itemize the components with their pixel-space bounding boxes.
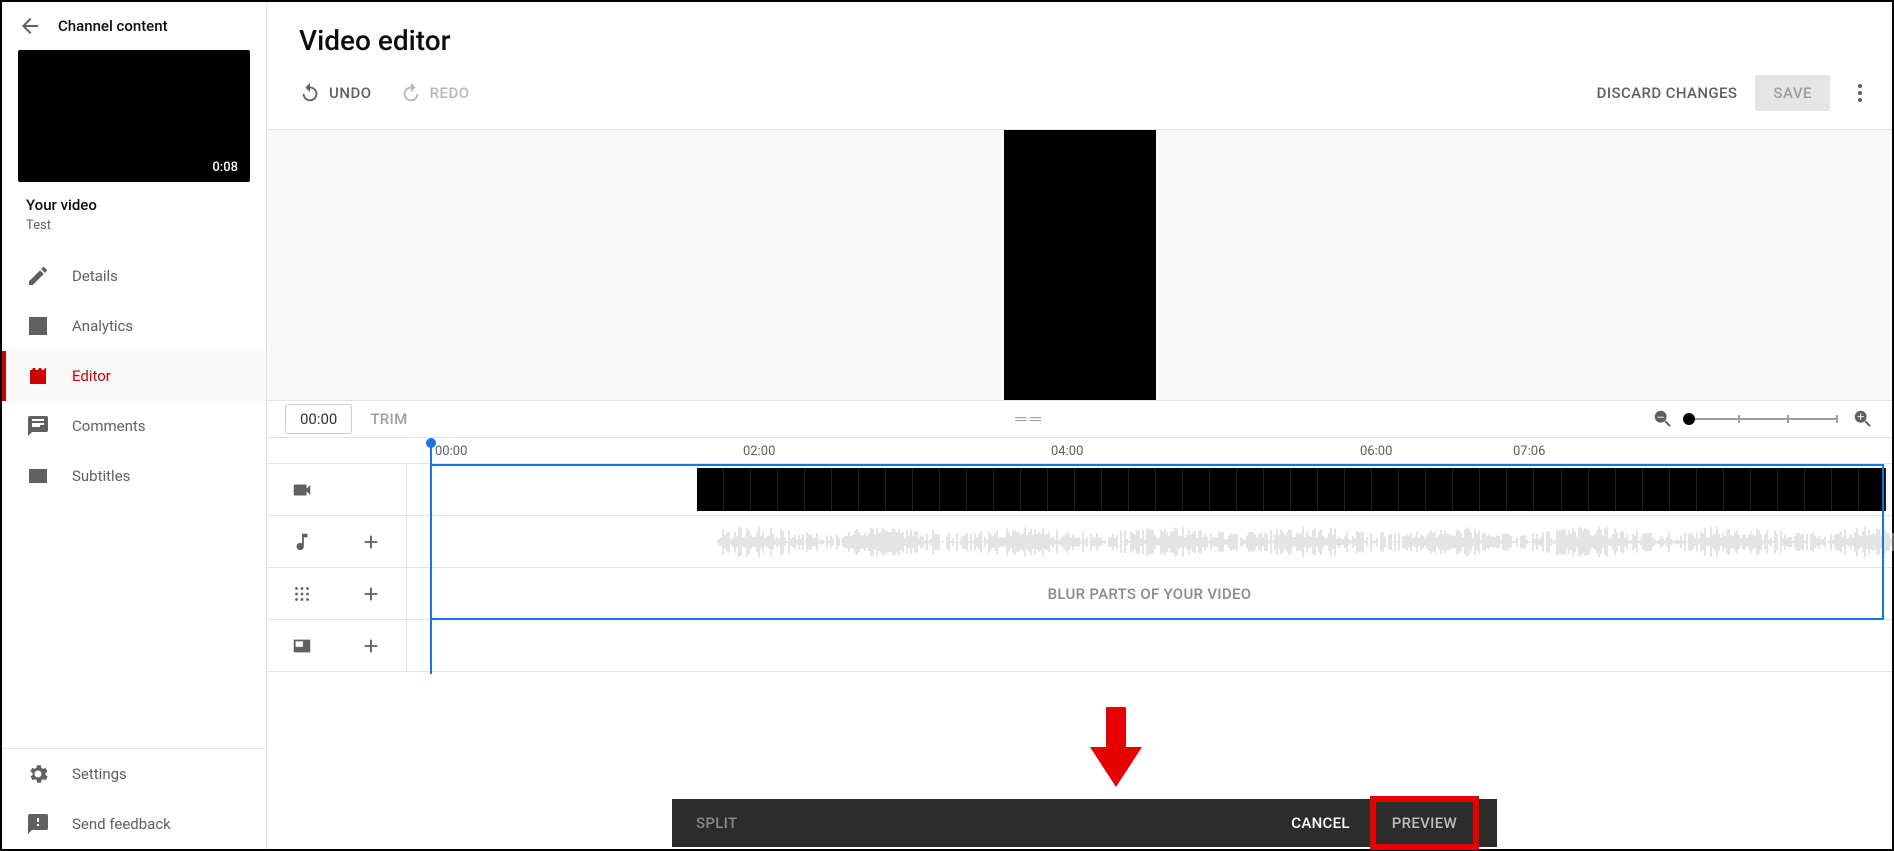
sidebar-item-label: Editor [72, 367, 111, 385]
blur-track-placeholder: BLUR PARTS OF YOUR VIDEO [407, 585, 1892, 603]
ruler-tick: 06:00 [1360, 444, 1392, 459]
video-track[interactable] [267, 464, 1892, 516]
sidebar-item-label: Send feedback [72, 815, 171, 833]
current-time-input[interactable]: 00:00 [285, 404, 352, 434]
discard-changes-button[interactable]: DISCARD CHANGES [1597, 84, 1738, 102]
blur-icon [291, 583, 313, 605]
sidebar-item-label: Comments [72, 417, 146, 435]
main-panel: Video editor UNDO REDO DISCARD CHANGES S… [267, 2, 1892, 849]
playback-row: 00:00 TRIM ══ [267, 400, 1892, 438]
endscreen-track[interactable] [267, 620, 1892, 672]
ruler-tick: 00:00 [435, 444, 467, 459]
sidebar-item-label: Subtitles [72, 467, 130, 485]
sidebar-item-feedback[interactable]: Send feedback [2, 799, 266, 849]
save-button: SAVE [1755, 75, 1830, 111]
sidebar-item-details[interactable]: Details [2, 251, 266, 301]
thumbnail-duration: 0:08 [206, 159, 244, 176]
trim-button[interactable]: TRIM [370, 410, 407, 428]
timeline: 00:00 02:00 04:00 06:00 07:06 [267, 438, 1892, 849]
sidebar-item-comments[interactable]: Comments [2, 401, 266, 451]
your-video-label: Your video [26, 196, 250, 214]
pencil-icon [26, 264, 50, 288]
music-icon [291, 531, 313, 553]
redo-label: REDO [430, 84, 470, 102]
preview-button[interactable]: PREVIEW [1376, 802, 1473, 844]
sidebar-item-label: Settings [72, 765, 127, 783]
sidebar-item-label: Analytics [72, 317, 133, 335]
video-preview[interactable] [1004, 130, 1156, 400]
video-title: Test [26, 218, 250, 233]
sidebar: Channel content 0:08 Your video Test Det… [2, 2, 267, 849]
redo-icon [400, 82, 422, 104]
page-title: Video editor [299, 24, 1860, 57]
undo-label: UNDO [329, 84, 372, 102]
sidebar-item-label: Details [72, 267, 118, 285]
analytics-icon [26, 314, 50, 338]
audio-waveform[interactable] [717, 527, 1894, 557]
editor-icon [26, 364, 50, 388]
undo-icon [299, 82, 321, 104]
subtitles-icon [26, 464, 50, 488]
split-button[interactable]: SPLIT [696, 814, 737, 832]
channel-content-label[interactable]: Channel content [58, 17, 168, 35]
sidebar-item-editor[interactable]: Editor [2, 351, 266, 401]
toolbar: UNDO REDO DISCARD CHANGES SAVE [267, 57, 1892, 129]
video-icon [291, 479, 313, 501]
zoom-in-icon[interactable] [1852, 408, 1874, 430]
comments-icon [26, 414, 50, 438]
panel-drag-handle[interactable]: ══ [1015, 409, 1044, 429]
zoom-controls [1652, 408, 1874, 430]
annotation-arrow [1090, 707, 1142, 791]
sidebar-item-settings[interactable]: Settings [2, 749, 266, 799]
plus-icon[interactable] [360, 635, 382, 657]
sidebar-item-subtitles[interactable]: Subtitles [2, 451, 266, 501]
endscreen-icon [291, 635, 313, 657]
trim-action-bar: SPLIT CANCEL PREVIEW [672, 799, 1497, 847]
time-ruler[interactable]: 00:00 02:00 04:00 06:00 07:06 [267, 438, 1892, 464]
ruler-tick: 07:06 [1513, 444, 1545, 459]
back-arrow-icon[interactable] [18, 14, 42, 38]
video-clip[interactable] [697, 468, 1886, 511]
redo-button[interactable]: REDO [400, 82, 470, 104]
playhead[interactable] [430, 444, 432, 674]
feedback-icon [26, 812, 50, 836]
sidebar-item-analytics[interactable]: Analytics [2, 301, 266, 351]
ruler-tick: 04:00 [1051, 444, 1083, 459]
ruler-tick: 02:00 [743, 444, 775, 459]
video-preview-area [267, 129, 1892, 400]
plus-icon[interactable] [360, 531, 382, 553]
blur-track[interactable]: BLUR PARTS OF YOUR VIDEO [267, 568, 1892, 620]
undo-button[interactable]: UNDO [299, 82, 372, 104]
zoom-slider[interactable] [1688, 418, 1838, 420]
zoom-out-icon[interactable] [1652, 408, 1674, 430]
gear-icon [26, 762, 50, 786]
plus-icon[interactable] [360, 583, 382, 605]
audio-track[interactable] [267, 516, 1892, 568]
video-thumbnail[interactable]: 0:08 [18, 50, 250, 182]
more-options-icon[interactable] [1848, 81, 1872, 105]
cancel-button[interactable]: CANCEL [1291, 814, 1350, 832]
